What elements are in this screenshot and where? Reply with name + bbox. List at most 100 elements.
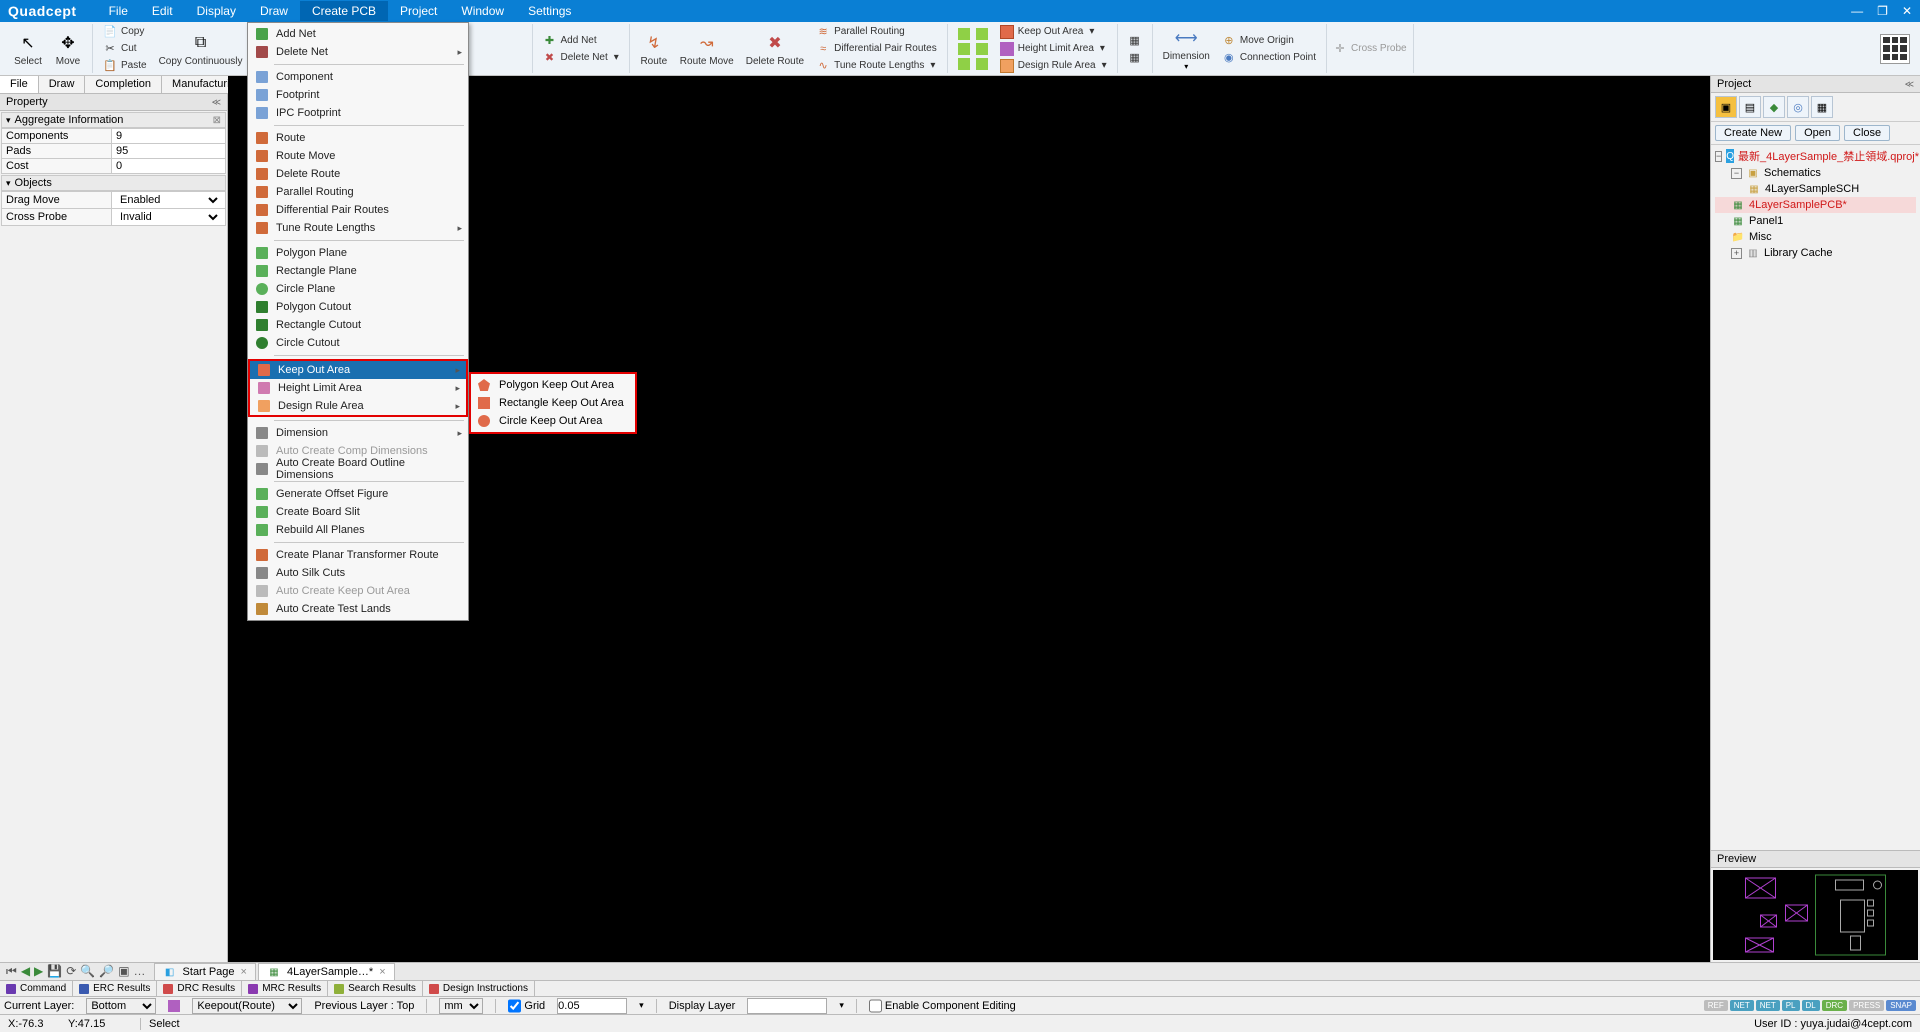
drag-move-select[interactable]: Enabled bbox=[116, 193, 221, 207]
close-button[interactable]: Close bbox=[1844, 125, 1890, 141]
design-rule-button[interactable]: Design Rule Area▾ bbox=[998, 58, 1109, 74]
current-layer-select[interactable]: Bottom bbox=[86, 998, 156, 1014]
menu-settings[interactable]: Settings bbox=[516, 1, 583, 21]
menu-item-route[interactable]: Route bbox=[248, 129, 468, 147]
tree-panel[interactable]: ▦Panel1 bbox=[1715, 213, 1916, 229]
fit-icon[interactable]: ▣ bbox=[118, 964, 129, 979]
menu-item-create-planar-transformer-route[interactable]: Create Planar Transformer Route bbox=[248, 546, 468, 564]
keepout-select[interactable]: Keepout(Route) bbox=[192, 998, 302, 1014]
minimize-icon[interactable]: — bbox=[1851, 4, 1863, 18]
close-icon[interactable]: ✕ bbox=[1902, 4, 1912, 18]
menu-file[interactable]: File bbox=[97, 1, 140, 21]
tab-file[interactable]: File bbox=[0, 76, 39, 93]
more-icon[interactable]: … bbox=[134, 964, 146, 979]
menu-item-circle-plane[interactable]: Circle Plane bbox=[248, 280, 468, 298]
menu-item-component[interactable]: Component bbox=[248, 68, 468, 86]
maximize-icon[interactable]: ❐ bbox=[1877, 4, 1888, 18]
paste-button[interactable]: 📋Paste bbox=[101, 58, 149, 74]
result-tab-search-results[interactable]: Search Results bbox=[328, 981, 423, 996]
pin-icon[interactable]: ≪ bbox=[1905, 79, 1914, 90]
menu-item-polygon-plane[interactable]: Polygon Plane bbox=[248, 244, 468, 262]
move-button[interactable]: ✥ Move bbox=[48, 29, 88, 69]
menu-item-auto-create-test-lands[interactable]: Auto Create Test Lands bbox=[248, 600, 468, 618]
doc-tab-start[interactable]: ◧Start Page× bbox=[154, 963, 256, 980]
aggregate-header[interactable]: Aggregate Information⊠ bbox=[1, 112, 226, 128]
display-layer-input[interactable] bbox=[747, 998, 827, 1014]
enable-comp-edit-checkbox[interactable]: Enable Component Editing bbox=[869, 998, 1016, 1014]
grid-input[interactable] bbox=[557, 998, 627, 1014]
proj-view-2[interactable]: ▤ bbox=[1739, 96, 1761, 118]
section-close-icon[interactable]: ⊠ bbox=[213, 115, 221, 126]
zoom-out-icon[interactable]: 🔎 bbox=[99, 964, 114, 979]
grid-checkbox[interactable]: Grid bbox=[508, 998, 545, 1014]
tree-libcache[interactable]: +▥Library Cache bbox=[1715, 245, 1916, 261]
menu-item-auto-silk-cuts[interactable]: Auto Silk Cuts bbox=[248, 564, 468, 582]
route-button[interactable]: ↯Route bbox=[634, 29, 674, 69]
zoom-in-icon[interactable]: 🔍 bbox=[80, 964, 95, 979]
plane-grid-1[interactable] bbox=[956, 27, 990, 41]
nav-next-icon[interactable]: ▶ bbox=[34, 964, 43, 979]
open-button[interactable]: Open bbox=[1795, 125, 1840, 141]
diff-pair-button[interactable]: ≈Differential Pair Routes bbox=[814, 41, 939, 57]
add-net-button[interactable]: ✚Add Net bbox=[541, 32, 621, 48]
nav-prev-icon[interactable]: ◀ bbox=[21, 964, 30, 979]
menu-item-ipc-footprint[interactable]: IPC Footprint bbox=[248, 104, 468, 122]
tab-completion[interactable]: Completion bbox=[85, 76, 162, 93]
expand-icon[interactable]: + bbox=[1731, 248, 1742, 259]
result-tab-design-instructions[interactable]: Design Instructions bbox=[423, 981, 535, 996]
menu-item-tune-route-lengths[interactable]: Tune Route Lengths▸ bbox=[248, 219, 468, 237]
cross-probe-button[interactable]: ✛Cross Probe bbox=[1331, 41, 1409, 57]
tree-root[interactable]: −Q最新_4LayerSample_禁止領域.qproj* bbox=[1715, 147, 1916, 165]
menu-item-rectangle-plane[interactable]: Rectangle Plane bbox=[248, 262, 468, 280]
result-tab-mrc-results[interactable]: MRC Results bbox=[242, 981, 328, 996]
menu-item-auto-create-board-outline-dimensions[interactable]: Auto Create Board Outline Dimensions bbox=[248, 460, 468, 478]
copy-button[interactable]: 📄Copy bbox=[101, 24, 149, 40]
display-layer-dropdown-icon[interactable]: ▾ bbox=[839, 1000, 844, 1011]
menu-item-keep-out-area[interactable]: Keep Out Area▸ bbox=[250, 361, 466, 379]
preview-canvas[interactable] bbox=[1713, 870, 1918, 960]
plane-grid-3[interactable] bbox=[956, 57, 990, 71]
menu-item-generate-offset-figure[interactable]: Generate Offset Figure bbox=[248, 485, 468, 503]
proj-view-3[interactable]: ◆ bbox=[1763, 96, 1785, 118]
menu-item-delete-route[interactable]: Delete Route bbox=[248, 165, 468, 183]
parallel-routing-button[interactable]: ≋Parallel Routing bbox=[814, 24, 939, 40]
submenu-item-rectangle-keep-out-area[interactable]: Rectangle Keep Out Area bbox=[471, 394, 635, 412]
menu-window[interactable]: Window bbox=[449, 1, 516, 21]
status-badge-net[interactable]: NET bbox=[1730, 1000, 1754, 1011]
status-badge-net[interactable]: NET bbox=[1756, 1000, 1780, 1011]
proj-view-4[interactable]: ◎ bbox=[1787, 96, 1809, 118]
doc-tab-pcb[interactable]: ▦4LayerSample…*× bbox=[258, 963, 395, 980]
menu-item-footprint[interactable]: Footprint bbox=[248, 86, 468, 104]
menu-item-add-net[interactable]: Add Net bbox=[248, 25, 468, 43]
connection-point-button[interactable]: ◉Connection Point bbox=[1220, 49, 1318, 65]
nav-first-icon[interactable]: ⏮ bbox=[6, 964, 17, 979]
create-new-button[interactable]: Create New bbox=[1715, 125, 1791, 141]
menu-item-height-limit-area[interactable]: Height Limit Area▸ bbox=[250, 379, 466, 397]
delete-net-button[interactable]: ✖Delete Net▾ bbox=[541, 49, 621, 65]
tab-draw[interactable]: Draw bbox=[39, 76, 86, 93]
tab-close-icon[interactable]: × bbox=[379, 966, 385, 978]
menu-edit[interactable]: Edit bbox=[140, 1, 185, 21]
cross-probe-select[interactable]: Invalid bbox=[116, 210, 221, 224]
move-origin-button[interactable]: ⊕Move Origin bbox=[1220, 32, 1318, 48]
menu-item-create-board-slit[interactable]: Create Board Slit bbox=[248, 503, 468, 521]
tree-misc[interactable]: 📁Misc bbox=[1715, 229, 1916, 245]
cut-button[interactable]: ✂Cut bbox=[101, 41, 149, 57]
delete-route-button[interactable]: ✖Delete Route bbox=[740, 29, 810, 69]
copy-continuously-button[interactable]: ⧉ Copy Continuously bbox=[153, 29, 249, 69]
menu-create-pcb[interactable]: Create PCB bbox=[300, 1, 388, 21]
status-badge-snap[interactable]: SNAP bbox=[1886, 1000, 1916, 1011]
tree-sch-file[interactable]: ▦4LayerSampleSCH bbox=[1715, 181, 1916, 197]
height-limit-button[interactable]: Height Limit Area▾ bbox=[998, 41, 1109, 57]
select-button[interactable]: ↖ Select bbox=[8, 29, 48, 69]
menu-item-dimension[interactable]: Dimension▸ bbox=[248, 424, 468, 442]
tree-pcb-file[interactable]: ▦4LayerSamplePCB* bbox=[1715, 197, 1916, 213]
dimension-button[interactable]: ⟷Dimension▾ bbox=[1157, 24, 1216, 73]
menu-item-design-rule-area[interactable]: Design Rule Area▸ bbox=[250, 397, 466, 415]
status-badge-ref[interactable]: REF bbox=[1704, 1000, 1728, 1011]
result-tab-command[interactable]: Command bbox=[0, 981, 73, 996]
grid-dropdown-icon[interactable]: ▾ bbox=[639, 1000, 644, 1011]
menu-draw[interactable]: Draw bbox=[248, 1, 300, 21]
proj-view-1[interactable]: ▣ bbox=[1715, 96, 1737, 118]
expand-icon[interactable]: − bbox=[1715, 151, 1722, 162]
